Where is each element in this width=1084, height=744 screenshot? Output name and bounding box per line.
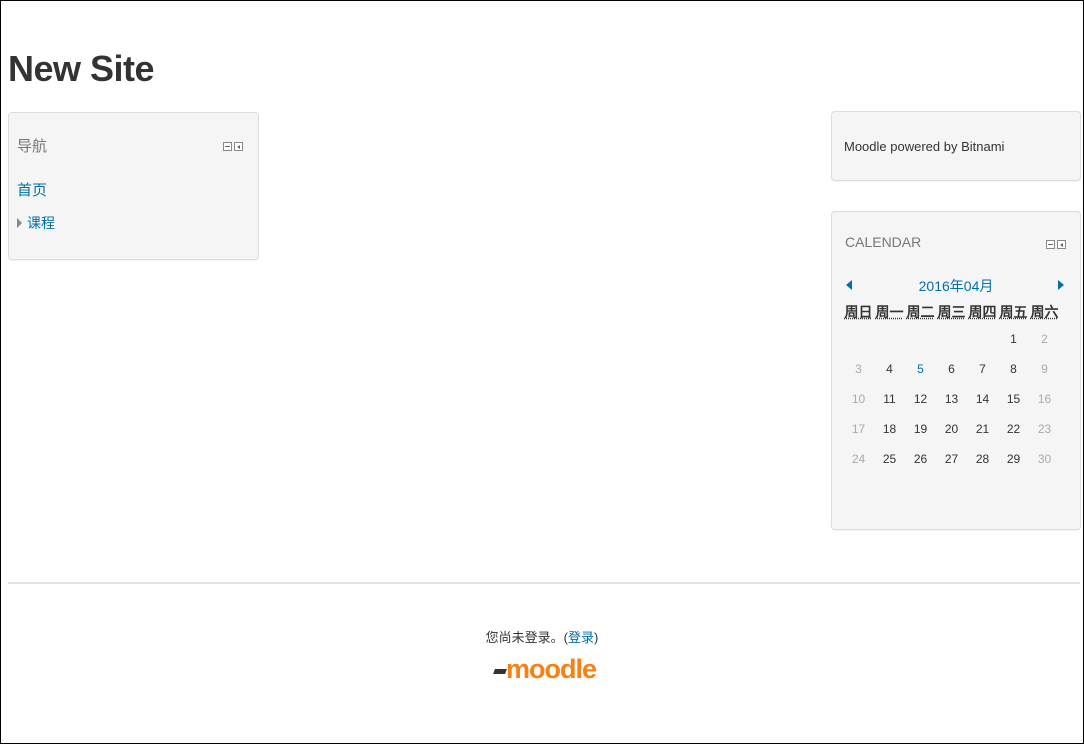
calendar-day: 4: [886, 362, 893, 376]
calendar-empty-cell: [905, 326, 936, 356]
calendar-grid: 周日 周一 周二 周三 周四 周五 周六 1 2 3 4 5 6 7 8 9 10 11 12 13 14 15 16 17 1…: [843, 302, 1060, 476]
calendar-day: 29: [1006, 452, 1021, 466]
calendar-month-link[interactable]: 2016年04月: [832, 276, 1080, 296]
login-info: 您尚未登录。(登录): [0, 627, 1084, 646]
about-block: Moodle powered by Bitnami: [831, 111, 1081, 181]
calendar-day: 12: [913, 392, 928, 406]
calendar-weekday: 周六: [1030, 304, 1059, 320]
calendar-day: 18: [882, 422, 897, 436]
calendar-day: 2: [1041, 332, 1048, 346]
expand-arrow-icon: [17, 218, 22, 228]
calendar-block: CALENDAR 2016年04月 周日 周一 周二 周三 周四 周五 周六 1 2 3 4 5 6 7 8…: [831, 211, 1081, 530]
footer-divider: [8, 582, 1080, 584]
calendar-day: 25: [882, 452, 897, 466]
login-link[interactable]: 登录: [568, 630, 594, 645]
calendar-day[interactable]: 5: [905, 356, 936, 386]
nav-item-courses-label[interactable]: 课程: [27, 213, 55, 233]
calendar-day: 9: [1041, 362, 1048, 376]
calendar-day: 21: [975, 422, 990, 436]
calendar-nav: 2016年04月: [832, 276, 1080, 294]
calendar-weekday: 周四: [968, 304, 997, 320]
calendar-empty-cell: [936, 326, 967, 356]
about-text: Moodle powered by Bitnami: [844, 139, 1005, 154]
calendar-day: 6: [948, 362, 955, 376]
calendar-weekday: 周一: [875, 304, 904, 320]
calendar-day: 7: [979, 362, 986, 376]
calendar-day: 10: [851, 392, 866, 406]
calendar-day: 17: [851, 422, 866, 436]
calendar-day: 1: [1010, 332, 1017, 346]
graduation-cap-icon: [493, 669, 507, 683]
moodle-logo[interactable]: moodle: [493, 654, 597, 684]
calendar-block-title: CALENDAR: [845, 234, 922, 250]
calendar-weekday: 周三: [937, 304, 966, 320]
collapse-icon[interactable]: [223, 142, 232, 151]
nav-item-home[interactable]: 首页: [17, 179, 47, 200]
navigation-block: 导航 首页 课程: [8, 112, 259, 260]
calendar-day: 24: [851, 452, 866, 466]
calendar-weekday: 周二: [906, 304, 935, 320]
calendar-day: 23: [1037, 422, 1052, 436]
calendar-day: 8: [1010, 362, 1017, 376]
calendar-block-controls: [1046, 240, 1066, 249]
login-suffix: ): [594, 630, 599, 645]
calendar-day: 30: [1037, 452, 1052, 466]
calendar-empty-cell: [874, 326, 905, 356]
calendar-day: 27: [944, 452, 959, 466]
calendar-day: 15: [1006, 392, 1021, 406]
dock-icon[interactable]: [234, 142, 243, 151]
calendar-empty-cell: [967, 326, 998, 356]
navigation-block-controls: [223, 142, 243, 151]
calendar-weekday: 周日: [844, 304, 873, 320]
moodle-logo-text: moodle: [506, 654, 597, 684]
calendar-day: 22: [1006, 422, 1021, 436]
calendar-weekday: 周五: [999, 304, 1028, 320]
calendar-day: 26: [913, 452, 928, 466]
calendar-day: 13: [944, 392, 959, 406]
nav-item-courses[interactable]: 课程: [17, 213, 55, 233]
calendar-day: 14: [975, 392, 990, 406]
calendar-day: 19: [913, 422, 928, 436]
calendar-empty-cell: [843, 326, 874, 356]
collapse-icon[interactable]: [1046, 240, 1055, 249]
site-title: New Site: [8, 48, 155, 89]
calendar-day: 20: [944, 422, 959, 436]
dock-icon[interactable]: [1057, 240, 1066, 249]
calendar-day: 16: [1037, 392, 1052, 406]
calendar-day: 11: [883, 392, 896, 406]
calendar-day: 28: [975, 452, 990, 466]
navigation-block-title: 导航: [17, 138, 48, 155]
calendar-day: 3: [855, 362, 862, 376]
next-month-icon[interactable]: [1058, 280, 1064, 290]
login-prefix: 您尚未登录。(: [485, 630, 568, 645]
